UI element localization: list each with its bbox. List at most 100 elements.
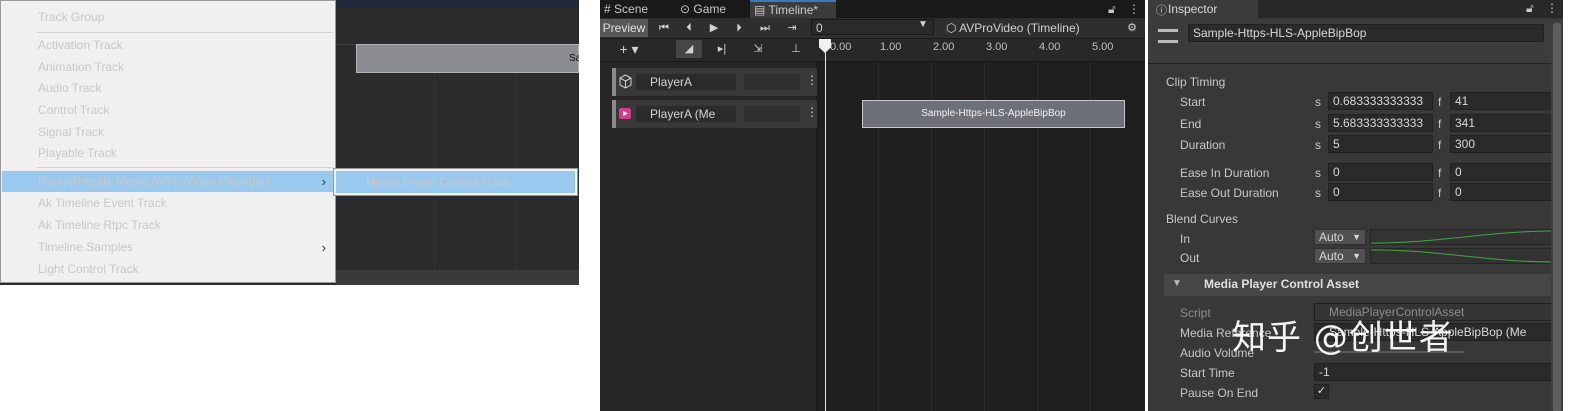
playhead-line <box>825 39 826 411</box>
gamepad-icon: ⊙ <box>680 2 691 16</box>
submenu: Media Player Control Track <box>333 168 578 196</box>
lock-icon[interactable]: 🔓︎ <box>1108 0 1122 18</box>
snap-icon[interactable]: ⇲ <box>748 40 768 58</box>
add-track-menu: Track Group Activation Track Animation T… <box>0 0 336 283</box>
scrollbar-thumb[interactable] <box>1553 23 1561 411</box>
horizontal-scrollbar[interactable] <box>336 270 579 285</box>
end-seconds-field[interactable]: 5.683333333333 <box>1328 114 1433 132</box>
dropdown-arrow-icon: ▼ <box>1352 251 1361 261</box>
tab-bar: # Scene ⊙ Game ▤ Timeline* 🔓︎ ⋮ <box>600 0 1145 18</box>
more-options-icon[interactable]: ⋮ <box>806 73 818 87</box>
ease-out-frames-field[interactable]: 0 <box>1450 183 1558 201</box>
menu-item-ak-timeline-event-track[interactable]: Ak Timeline Event Track <box>2 193 334 214</box>
menu-item-light-control-track[interactable]: Light Control Track <box>2 259 334 280</box>
menu-item-track-group[interactable]: Track Group <box>2 7 334 28</box>
blend-out-dropdown[interactable]: Auto ▼ <box>1314 248 1366 264</box>
tab-timeline[interactable]: ▤ Timeline* <box>750 0 836 18</box>
cube-icon: ⬡ <box>946 21 957 35</box>
menu-item-timeline-samples[interactable]: Timeline.Samples › <box>2 237 334 258</box>
menu-item-media-player-control-track[interactable]: Media Player Control Track <box>336 171 575 193</box>
media-player-icon <box>619 108 631 119</box>
clip-icon <box>1158 29 1178 43</box>
menu-item-audio-track[interactable]: Audio Track <box>2 78 334 99</box>
frames-unit: f <box>1438 95 1442 109</box>
object-name-field[interactable]: Sample-Https-HLS-AppleBipBop <box>1188 24 1544 42</box>
lock-icon[interactable]: 🔓︎ <box>1526 1 1534 16</box>
grid-icon: # <box>604 2 611 16</box>
menu-item-playable-track[interactable]: Playable Track <box>2 143 334 164</box>
timeline-clip[interactable]: Sample-Https-HLS-AppleBipBop <box>862 100 1125 128</box>
menu-item-control-track[interactable]: Control Track <box>2 100 334 121</box>
next-frame-icon[interactable]: ⏵ <box>729 19 749 37</box>
blend-curves-heading: Blend Curves <box>1166 212 1239 226</box>
tick-label: 2.00 <box>933 41 955 53</box>
tab-game[interactable]: ⊙ Game <box>680 0 748 18</box>
frames-unit: f <box>1438 166 1442 180</box>
gear-icon[interactable]: ⚙ <box>1122 19 1142 37</box>
track-binding-field[interactable]: PlayerA (Me <box>636 106 736 122</box>
play-range-icon[interactable]: ⇥ <box>782 19 802 37</box>
tick-label: 0.00 <box>830 41 852 53</box>
tick-label: 5.00 <box>1092 41 1114 53</box>
start-time-label: Start Time <box>1180 366 1235 380</box>
seconds-unit: s <box>1315 95 1321 109</box>
duration-seconds-field[interactable]: 5 <box>1328 135 1433 153</box>
frames-unit: f <box>1438 186 1442 200</box>
duration-frames-field[interactable]: 300 <box>1450 135 1558 153</box>
inspector-tab-bar: Inspector ⓘ 🔓︎ ⋮ <box>1148 0 1563 18</box>
dropdown-arrow-icon[interactable]: ▼ <box>918 19 928 30</box>
cube-icon <box>619 74 632 89</box>
preview-button[interactable]: Preview <box>600 19 648 37</box>
grid-line <box>515 44 516 285</box>
foldout-arrow-icon: ▼ <box>1172 278 1182 289</box>
timeline-toolbar: Preview ⏮ ⏴ ▶ ⏵ ⏭ ⇥ 0 ▼ ⬡ AVProVideo (Ti… <box>600 18 1145 39</box>
start-time-field[interactable]: -1 <box>1314 363 1558 381</box>
pause-on-end-checkbox[interactable]: ✓ <box>1314 384 1329 399</box>
more-options-icon[interactable]: ⋮ <box>806 105 818 119</box>
dropdown-arrow-icon: ▼ <box>1352 232 1361 242</box>
start-frames-field[interactable]: 41 <box>1450 92 1558 110</box>
clip-edit-mode-icon[interactable]: ◢ <box>676 40 702 58</box>
pin-icon[interactable]: ⊥ <box>786 40 806 58</box>
go-to-end-icon[interactable]: ⏭ <box>755 19 775 37</box>
track-player-a-media[interactable]: PlayerA (Me ⋮ <box>612 100 818 128</box>
pause-on-end-label: Pause On End <box>1180 386 1259 400</box>
duration-label: Duration <box>1180 138 1226 152</box>
blend-out-curve[interactable] <box>1370 248 1558 264</box>
background-clip[interactable]: Sa <box>356 44 579 73</box>
menu-item-activation-track[interactable]: Activation Track <box>2 35 334 56</box>
ease-in-seconds-field[interactable]: 0 <box>1328 163 1433 181</box>
breadcrumb[interactable]: ⬡ AVProVideo (Timeline) <box>946 18 1080 38</box>
track-player-a-activation[interactable]: PlayerA ⋮ <box>612 68 818 96</box>
play-icon[interactable]: ▶ <box>704 19 724 37</box>
frame-field[interactable]: 0 <box>811 19 934 35</box>
start-seconds-field[interactable]: 0.683333333333 <box>1328 92 1433 110</box>
blend-in-dropdown[interactable]: Auto ▼ <box>1314 229 1366 245</box>
end-frames-field[interactable]: 341 <box>1450 114 1558 132</box>
inspector-scrollbar[interactable] <box>1551 19 1563 411</box>
more-options-icon[interactable]: ⋮ <box>1546 1 1558 15</box>
go-to-start-icon[interactable]: ⏮ <box>654 19 674 37</box>
menu-item-ak-timeline-rtpc-track[interactable]: Ak Timeline Rtpc Track <box>2 215 334 236</box>
ripple-mode-icon[interactable]: ▸| <box>712 40 732 58</box>
more-options-icon[interactable]: ⋮ <box>1128 0 1140 18</box>
tab-scene[interactable]: # Scene <box>604 0 674 18</box>
time-ruler[interactable]: 0.00 1.00 2.00 3.00 4.00 5.00 <box>819 39 1145 61</box>
seconds-unit: s <box>1315 166 1321 180</box>
section-title: Media Player Control Asset <box>1204 277 1359 291</box>
ease-in-frames-field[interactable]: 0 <box>1450 163 1558 181</box>
seconds-unit: s <box>1315 186 1321 200</box>
info-icon: ⓘ <box>1156 5 1167 17</box>
track-lock-mute-controls[interactable] <box>744 106 800 122</box>
media-player-control-asset-section[interactable]: ▼ Media Player Control Asset <box>1164 274 1554 296</box>
menu-item-signal-track[interactable]: Signal Track <box>2 122 334 143</box>
menu-item-animation-track[interactable]: Animation Track <box>2 57 334 78</box>
track-lock-mute-controls[interactable] <box>744 74 800 90</box>
previous-frame-icon[interactable]: ⏴ <box>679 19 699 37</box>
track-binding-field[interactable]: PlayerA <box>636 74 736 90</box>
ease-out-seconds-field[interactable]: 0 <box>1328 183 1433 201</box>
blend-in-curve[interactable] <box>1370 229 1558 245</box>
menu-item-avprovideo-playables[interactable]: RenderHeads.Media.AVProVideo.Playables › <box>2 171 334 192</box>
timeline-window: # Scene ⊙ Game ▤ Timeline* 🔓︎ ⋮ Preview … <box>600 0 1145 411</box>
add-track-button[interactable]: + ▾ <box>612 40 646 58</box>
